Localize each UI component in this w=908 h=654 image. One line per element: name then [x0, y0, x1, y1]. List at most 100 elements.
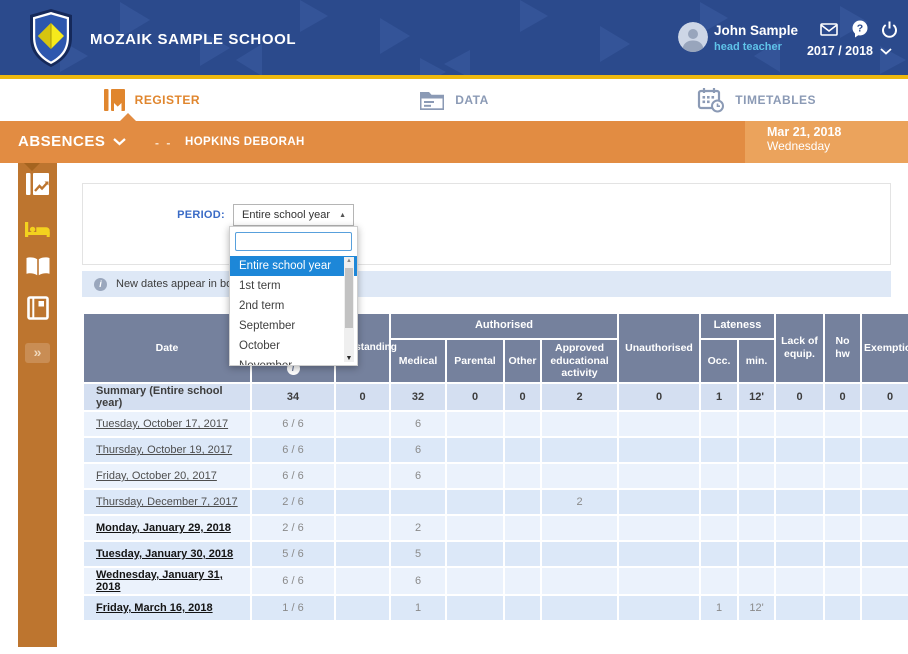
col-header-unauthorised: Unauthorised	[619, 314, 699, 382]
tab-timetables[interactable]: TIMETABLES	[605, 79, 908, 121]
tab-data[interactable]: DATA	[303, 79, 606, 121]
table-row: Friday, March 16, 20181 / 61112'	[84, 596, 908, 620]
dropdown-option[interactable]: October	[230, 336, 357, 356]
summary-cell: 0	[862, 384, 908, 410]
page: MOZAIK SAMPLE SCHOOL John Sample head te…	[0, 0, 908, 654]
date-link[interactable]: Wednesday, January 31, 2018	[96, 569, 223, 593]
table-cell	[739, 542, 774, 566]
current-date: Mar 21, 2018	[767, 125, 908, 139]
table-cell	[776, 412, 823, 436]
date-link[interactable]: Tuesday, October 17, 2017	[96, 418, 228, 430]
table-cell: 1	[391, 596, 445, 620]
table-cell	[447, 542, 503, 566]
tab-timetables-label: TIMETABLES	[735, 93, 816, 107]
table-cell	[542, 516, 617, 540]
person-icon	[678, 22, 708, 52]
table-row: Thursday, December 7, 20172 / 62	[84, 490, 908, 514]
table-cell	[776, 438, 823, 462]
period-select[interactable]: Entire school year ▲	[233, 204, 354, 226]
mail-icon[interactable]	[820, 23, 838, 36]
avatar[interactable]	[678, 22, 708, 52]
date-link[interactable]: Thursday, October 19, 2017	[96, 444, 232, 456]
date-link[interactable]: Tuesday, January 30, 2018	[96, 548, 233, 560]
school-year-selector[interactable]: 2017 / 2018	[807, 44, 892, 58]
info-icon: i	[94, 278, 107, 291]
table-cell	[505, 596, 540, 620]
dropdown-option[interactable]: November	[230, 356, 357, 366]
table-cell	[739, 412, 774, 436]
table-cell	[825, 412, 860, 436]
scroll-up-icon[interactable]: ▲	[344, 258, 354, 264]
folder-icon	[419, 90, 445, 111]
school-logo	[28, 8, 74, 73]
help-icon[interactable]: ?	[851, 20, 869, 38]
active-tab-notch	[120, 113, 136, 121]
col-header-other: Other	[505, 340, 540, 382]
current-date-box: Mar 21, 2018 Wednesday	[745, 121, 908, 163]
scrollbar-thumb[interactable]	[345, 268, 353, 328]
summary-cell: 0	[505, 384, 540, 410]
school-year-label: 2017 / 2018	[807, 44, 873, 58]
date-cell: Thursday, December 7, 2017	[84, 490, 250, 514]
absences-menu[interactable]: ABSENCES	[18, 133, 126, 150]
table-row: Tuesday, January 30, 20185 / 65	[84, 542, 908, 566]
table-row: Thursday, October 19, 20176 / 66	[84, 438, 908, 462]
dropdown-option[interactable]: 2nd term	[230, 296, 357, 316]
table-cell	[619, 490, 699, 514]
dropdown-search-input[interactable]	[235, 232, 352, 251]
table-cell	[701, 568, 737, 594]
date-link[interactable]: Friday, March 16, 2018	[96, 602, 213, 614]
table-cell	[825, 490, 860, 514]
sidebar: »	[18, 163, 57, 647]
register-stats-icon[interactable]	[18, 172, 57, 196]
table-cell	[505, 438, 540, 462]
power-icon[interactable]	[881, 21, 898, 38]
summary-row: Summary (Entire school year) 34032002011…	[84, 384, 908, 410]
table-cell	[825, 596, 860, 620]
main-tabbar: REGISTER DATA TIMET	[0, 79, 908, 121]
dropdown-option[interactable]: 1st term	[230, 276, 357, 296]
table-cell	[862, 412, 908, 436]
col-header-no-hw: No hw	[825, 314, 860, 382]
table-cell	[336, 438, 389, 462]
table-cell	[825, 568, 860, 594]
dropdown-option[interactable]: September	[230, 316, 357, 336]
table-cell	[619, 542, 699, 566]
tab-data-label: DATA	[455, 93, 489, 107]
table-cell	[447, 490, 503, 514]
table-cell	[505, 516, 540, 540]
select-arrow-icon: ▲	[339, 205, 346, 227]
table-cell: 6 / 6	[252, 568, 334, 594]
col-header-approved: Approved educational activity	[542, 340, 617, 382]
dropdown-option[interactable]: Entire school year	[230, 256, 357, 276]
table-cell: 6 / 6	[252, 412, 334, 436]
bed-icon[interactable]	[18, 220, 57, 239]
summary-cell: 2	[542, 384, 617, 410]
date-link[interactable]: Friday, October 20, 2017	[96, 470, 217, 482]
table-cell	[701, 412, 737, 436]
period-dropdown: Entire school year1st term2nd termSeptem…	[229, 226, 358, 366]
date-link[interactable]: Thursday, December 7, 2017	[96, 496, 238, 508]
table-cell	[336, 412, 389, 436]
table-cell	[825, 542, 860, 566]
table-cell	[862, 542, 908, 566]
tab-register[interactable]: REGISTER	[0, 79, 303, 121]
table-cell	[776, 490, 823, 514]
info-bar: i New dates appear in bold.	[82, 271, 891, 297]
open-book-icon[interactable]	[18, 256, 57, 277]
table-cell	[776, 596, 823, 620]
summary-cell: 12'	[739, 384, 774, 410]
register-icon	[103, 88, 125, 112]
table-cell	[447, 568, 503, 594]
notebook-icon[interactable]	[18, 296, 57, 320]
table-cell: 6	[391, 438, 445, 462]
table-cell	[825, 464, 860, 488]
expand-sidebar-button[interactable]: »	[25, 343, 50, 363]
scroll-down-icon[interactable]: ▼	[344, 355, 354, 362]
dropdown-scrollbar[interactable]: ▲ ▼	[344, 257, 354, 362]
date-link[interactable]: Monday, January 29, 2018	[96, 522, 231, 534]
summary-cell: 1	[701, 384, 737, 410]
section-title: ABSENCES	[18, 133, 105, 150]
table-cell	[701, 542, 737, 566]
table-cell	[776, 568, 823, 594]
